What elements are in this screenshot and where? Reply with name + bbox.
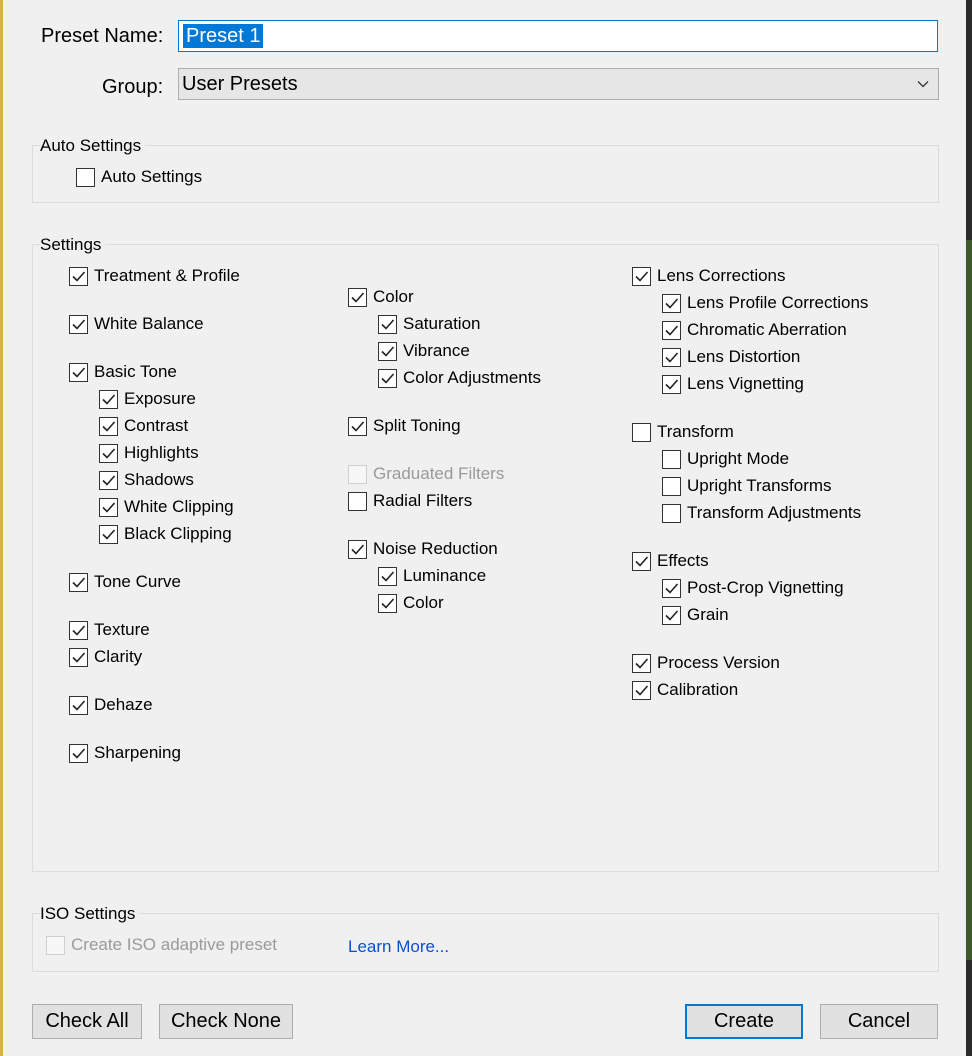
clarity-label: Clarity: [94, 647, 143, 666]
upright-transforms-label: Upright Transforms: [687, 476, 832, 495]
auto-settings-legend: Auto Settings: [40, 136, 146, 156]
contrast-checkbox[interactable]: [99, 417, 118, 436]
white-balance-label: White Balance: [94, 314, 204, 333]
white-clipping-label: White Clipping: [124, 497, 234, 516]
transform-adjustments-label: Transform Adjustments: [687, 503, 862, 522]
color-label: Color: [403, 593, 444, 612]
color-adjustments-label: Color Adjustments: [403, 368, 541, 387]
transform-adjustments-checkbox[interactable]: [662, 504, 681, 523]
radial-filters-label: Radial Filters: [373, 491, 473, 510]
exposure-label: Exposure: [124, 389, 196, 408]
texture-checkbox[interactable]: [69, 621, 88, 640]
lens-profile-corrections-label: Lens Profile Corrections: [687, 293, 869, 312]
transform-label: Transform: [657, 422, 734, 441]
color-checkbox[interactable]: [348, 288, 367, 307]
chromatic-aberration-label: Chromatic Aberration: [687, 320, 847, 339]
effects-label: Effects: [657, 551, 709, 570]
basic-tone-label: Basic Tone: [94, 362, 177, 381]
luminance-label: Luminance: [403, 566, 487, 585]
chevron-down-icon: [917, 81, 929, 88]
upright-mode-label: Upright Mode: [687, 449, 790, 468]
lens-vignetting-label: Lens Vignetting: [687, 374, 804, 393]
vibrance-label: Vibrance: [403, 341, 470, 360]
group-value: User Presets: [182, 73, 298, 95]
white-clipping-checkbox[interactable]: [99, 498, 118, 517]
post-crop-vignetting-checkbox[interactable]: [662, 579, 681, 598]
split-toning-checkbox[interactable]: [348, 417, 367, 436]
vibrance-checkbox[interactable]: [378, 342, 397, 361]
contrast-label: Contrast: [124, 416, 189, 435]
check-all-button[interactable]: Check All: [32, 1004, 142, 1039]
auto-settings-label: Auto Settings: [101, 167, 203, 186]
calibration-checkbox[interactable]: [632, 681, 651, 700]
upright-mode-checkbox[interactable]: [662, 450, 681, 469]
transform-checkbox[interactable]: [632, 423, 651, 442]
lens-vignetting-checkbox[interactable]: [662, 375, 681, 394]
texture-label: Texture: [94, 620, 150, 639]
black-clipping-label: Black Clipping: [124, 524, 232, 543]
lens-profile-corrections-checkbox[interactable]: [662, 294, 681, 313]
settings-legend: Settings: [40, 235, 106, 255]
shadows-checkbox[interactable]: [99, 471, 118, 490]
tone-curve-label: Tone Curve: [94, 572, 181, 591]
lens-corrections-label: Lens Corrections: [657, 266, 786, 285]
preset-name-value: Preset 1: [183, 24, 264, 48]
highlights-checkbox[interactable]: [99, 444, 118, 463]
group-dropdown[interactable]: User Presets: [178, 68, 939, 100]
noise-reduction-label: Noise Reduction: [373, 539, 498, 558]
lens-distortion-label: Lens Distortion: [687, 347, 801, 366]
exposure-checkbox[interactable]: [99, 390, 118, 409]
check-none-button[interactable]: Check None: [159, 1004, 293, 1039]
graduated-filters-checkbox: [348, 465, 367, 484]
saturation-label: Saturation: [403, 314, 481, 333]
preset-name-input[interactable]: Preset 1: [178, 20, 938, 52]
grain-label: Grain: [687, 605, 729, 624]
process-version-checkbox[interactable]: [632, 654, 651, 673]
color-label: Color: [373, 287, 414, 306]
clarity-checkbox[interactable]: [69, 648, 88, 667]
luminance-checkbox[interactable]: [378, 567, 397, 586]
preset-name-label: Preset Name:: [41, 25, 164, 47]
dehaze-label: Dehaze: [94, 695, 153, 714]
lens-corrections-checkbox[interactable]: [632, 267, 651, 286]
auto-settings-checkbox[interactable]: [76, 168, 95, 187]
sharpening-checkbox[interactable]: [69, 744, 88, 763]
color-adjustments-checkbox[interactable]: [378, 369, 397, 388]
lens-distortion-checkbox[interactable]: [662, 348, 681, 367]
background-strip: [966, 240, 972, 960]
treatment-and-profile-label: Treatment & Profile: [94, 266, 240, 285]
color-checkbox[interactable]: [378, 594, 397, 613]
white-balance-checkbox[interactable]: [69, 315, 88, 334]
create-iso-adaptive-preset-checkbox: [46, 936, 65, 955]
shadows-label: Shadows: [124, 470, 194, 489]
effects-checkbox[interactable]: [632, 552, 651, 571]
process-version-label: Process Version: [657, 653, 780, 672]
post-crop-vignetting-label: Post-Crop Vignetting: [687, 578, 844, 597]
black-clipping-checkbox[interactable]: [99, 525, 118, 544]
iso-settings-legend: ISO Settings: [40, 904, 140, 924]
split-toning-label: Split Toning: [373, 416, 461, 435]
calibration-label: Calibration: [657, 680, 739, 699]
upright-transforms-checkbox[interactable]: [662, 477, 681, 496]
saturation-checkbox[interactable]: [378, 315, 397, 334]
create-iso-adaptive-preset-label: Create ISO adaptive preset: [71, 935, 278, 954]
grain-checkbox[interactable]: [662, 606, 681, 625]
window-edge-left: [0, 0, 3, 1056]
sharpening-label: Sharpening: [94, 743, 181, 762]
highlights-label: Highlights: [124, 443, 199, 462]
graduated-filters-label: Graduated Filters: [373, 464, 505, 483]
cancel-button[interactable]: Cancel: [820, 1004, 938, 1039]
window-edge-right: [966, 0, 972, 1056]
radial-filters-checkbox[interactable]: [348, 492, 367, 511]
group-label: Group:: [102, 76, 164, 98]
dehaze-checkbox[interactable]: [69, 696, 88, 715]
chromatic-aberration-checkbox[interactable]: [662, 321, 681, 340]
basic-tone-checkbox[interactable]: [69, 363, 88, 382]
treatment-and-profile-checkbox[interactable]: [69, 267, 88, 286]
noise-reduction-checkbox[interactable]: [348, 540, 367, 559]
learn-more-link[interactable]: Learn More...: [348, 937, 449, 957]
tone-curve-checkbox[interactable]: [69, 573, 88, 592]
create-button[interactable]: Create: [685, 1004, 803, 1039]
